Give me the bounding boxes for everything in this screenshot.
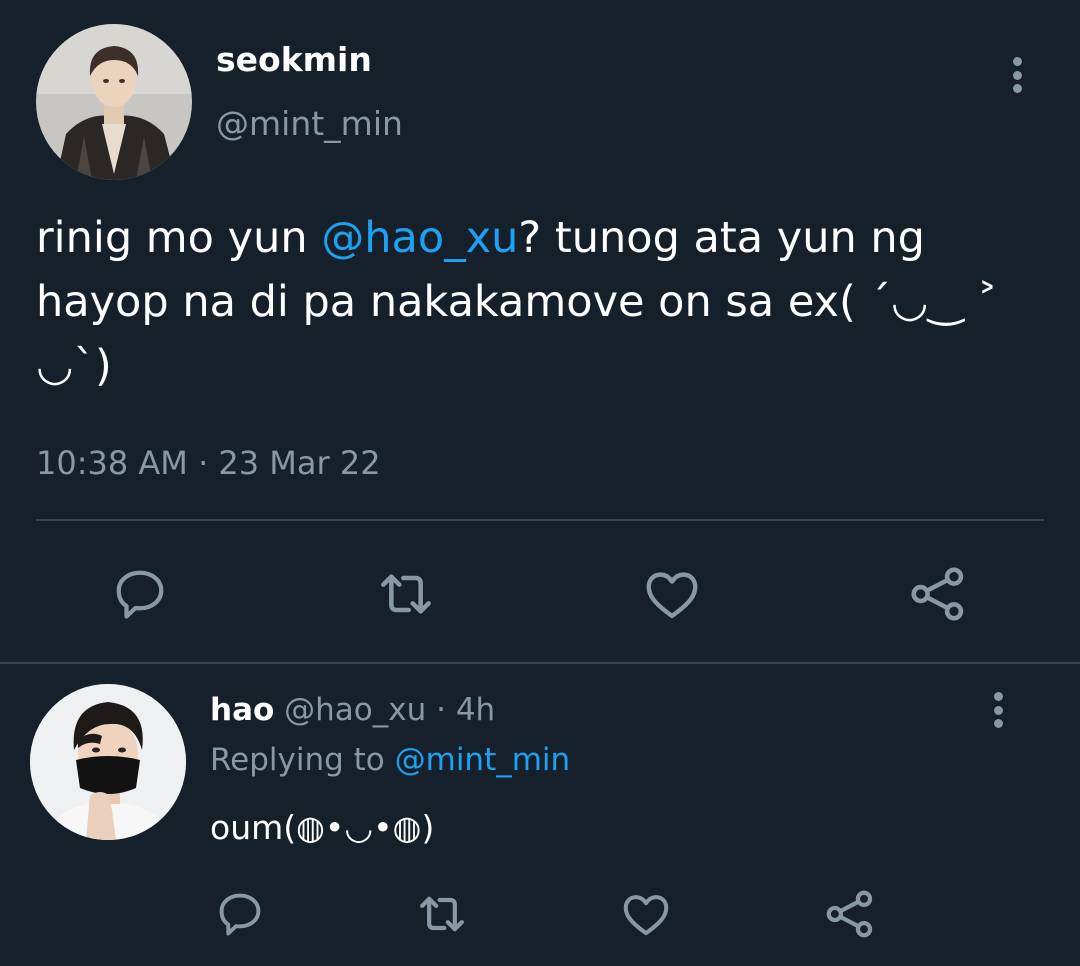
reply-reply-icon[interactable] bbox=[208, 882, 272, 946]
more-options-icon[interactable] bbox=[1005, 57, 1029, 93]
tweet-text: rinig mo yun @hao_xu? tunog ata yun ng h… bbox=[36, 206, 1046, 398]
author-handle[interactable]: @mint_min bbox=[216, 104, 403, 143]
avatar[interactable] bbox=[36, 24, 192, 180]
reply-time[interactable]: 4h bbox=[456, 692, 495, 728]
reply-like-icon[interactable] bbox=[614, 882, 678, 946]
main-tweet: seokmin @mint_min rinig mo yun @hao_xu? … bbox=[0, 0, 1080, 664]
reply-header: hao @hao_xu · 4h bbox=[210, 692, 495, 728]
meta-separator: · bbox=[187, 444, 219, 482]
reply-separator: · bbox=[426, 692, 456, 728]
retweet-icon[interactable] bbox=[374, 562, 438, 626]
reply-text: oum(◍•◡•◍) bbox=[210, 808, 435, 847]
replying-to-mention[interactable]: @mint_min bbox=[395, 742, 571, 778]
tweet-time: 10:38 AM bbox=[36, 444, 188, 482]
reply-more-options-icon[interactable] bbox=[986, 692, 1010, 728]
tweet-text-start: rinig mo yun bbox=[36, 213, 322, 263]
tweet-divider bbox=[0, 662, 1080, 664]
like-icon[interactable] bbox=[640, 562, 704, 626]
reply-avatar[interactable] bbox=[30, 684, 186, 840]
reply-share-icon[interactable] bbox=[818, 882, 882, 946]
reply-author-name[interactable]: hao bbox=[210, 692, 274, 728]
author-name[interactable]: seokmin bbox=[216, 40, 372, 79]
reply-author-handle[interactable]: @hao_xu bbox=[284, 692, 426, 728]
tweet-timestamp[interactable]: 10:38 AM · 23 Mar 22 bbox=[36, 444, 381, 482]
replying-to: Replying to @mint_min bbox=[210, 742, 570, 778]
reply-icon[interactable] bbox=[108, 562, 172, 626]
reply-retweet-icon[interactable] bbox=[410, 882, 474, 946]
divider bbox=[36, 519, 1044, 521]
mention-link[interactable]: @hao_xu bbox=[321, 213, 518, 263]
replying-to-label: Replying to bbox=[210, 742, 395, 778]
share-icon[interactable] bbox=[906, 562, 970, 626]
tweet-date: 23 Mar 22 bbox=[218, 444, 381, 482]
